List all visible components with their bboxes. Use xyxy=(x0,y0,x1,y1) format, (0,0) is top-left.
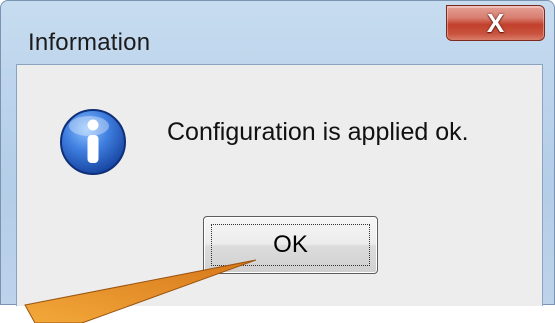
dialog-body: Configuration is applied ok. OK xyxy=(16,64,543,306)
close-icon: X xyxy=(486,8,505,38)
dialog-message: Configuration is applied ok. xyxy=(167,118,469,146)
info-icon xyxy=(59,108,127,176)
close-button[interactable]: X xyxy=(446,5,545,41)
dialog-window: Information X Configuration is applied o… xyxy=(0,0,555,306)
ok-button[interactable]: OK xyxy=(203,216,378,274)
ok-button-label: OK xyxy=(273,231,308,258)
title-bar[interactable]: Information X xyxy=(0,0,555,60)
window-title: Information xyxy=(28,29,151,56)
